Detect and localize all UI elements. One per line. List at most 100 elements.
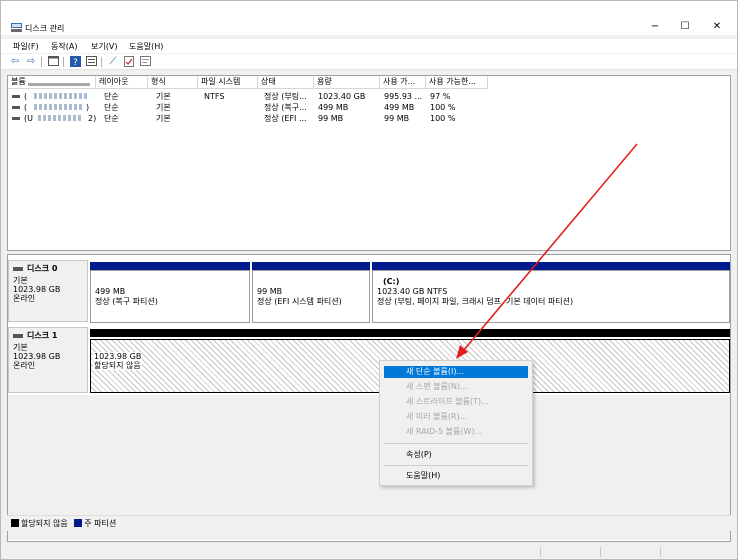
legend-unallocated-label: 할당되지 않음 (21, 519, 68, 528)
disk-management-app-icon (11, 23, 22, 32)
menu-new-mirrored-volume[interactable]: 새 미러 볼륨(R)... (384, 411, 528, 423)
disk-1-state: 온라인 (13, 361, 36, 370)
volume-type: 기본 (156, 92, 171, 101)
volume-status: 정상 (복구... (264, 103, 307, 112)
legend-primary: 주 파티션 (74, 519, 116, 528)
disk-1-label[interactable]: 디스크 1 기본 1023.98 GB 온라인 (8, 327, 88, 393)
volume-capacity: 499 MB (318, 103, 349, 112)
menu-new-raid5-volume[interactable]: 새 RAID-5 볼륨(W)... (384, 426, 528, 438)
close-button[interactable]: ✕ (697, 19, 737, 35)
disk-0-size: 1023.98 GB (13, 285, 61, 294)
menu-new-spanned-volume[interactable]: 새 스팬 볼륨(N)... (384, 381, 528, 393)
menu-help[interactable]: 도움말(H) (384, 470, 528, 482)
disk-1-type: 기본 (13, 343, 28, 352)
partition-recovery[interactable]: 499 MB 정상 (복구 파티션) (90, 262, 250, 323)
legend-primary-label: 주 파티션 (84, 519, 117, 528)
status-segment (601, 547, 661, 557)
toolbar-separator (101, 57, 102, 67)
toolbar-separator (63, 57, 64, 67)
menu-new-simple-volume[interactable]: 새 단순 볼륨(I)... (384, 366, 528, 378)
column-header-percent-free[interactable]: 사용 가능한... (426, 76, 488, 89)
back-icon[interactable]: ⇦ (9, 56, 21, 68)
volume-name: ( (24, 92, 28, 101)
unallocated-band (90, 329, 730, 337)
partition-c-drive[interactable]: (C:) 1023.40 GB NTFS 정상 (부팅, 페이지 파일, 크래시… (372, 262, 730, 323)
volume-file-system: NTFS (204, 92, 225, 101)
partition-status: 정상 (복구 파티션) (95, 297, 158, 306)
help-icon[interactable]: ? (69, 56, 81, 68)
menu-view[interactable]: 보기(V) (91, 41, 117, 52)
column-header-file-system[interactable]: 파일 시스템 (198, 76, 258, 89)
menu-bar: 파일(F) 동작(A) 보기(V) 도움말(H) (1, 39, 737, 53)
volume-row[interactable]: (U 2) 단순 기본 정상 (EFI ... 99 MB 99 MB 100 … (8, 113, 730, 124)
status-strip (1, 545, 737, 559)
volume-percent-free: 100 % (430, 103, 456, 112)
menu-new-striped-volume[interactable]: 새 스트라이프 볼륨(T)... (384, 396, 528, 408)
column-header-status[interactable]: 상태 (258, 76, 314, 89)
volume-free-space: 99 MB (384, 114, 410, 123)
disk-0-name: 디스크 0 (13, 264, 83, 273)
list-icon[interactable] (139, 56, 151, 68)
partition-status: 정상 (부팅, 페이지 파일, 크래시 덤프, 기본 데이터 파티션) (377, 297, 574, 306)
volume-name: (U (24, 114, 33, 123)
volume-name: ( (24, 103, 28, 112)
title-bar: 디스크 관리 − ☐ ✕ (1, 1, 737, 35)
properties-icon[interactable] (47, 56, 59, 68)
primary-partition-band (90, 262, 250, 270)
drive-icon (12, 95, 20, 98)
disk-0-state: 온라인 (13, 294, 36, 303)
connect-icon[interactable]: ⟋ (107, 56, 119, 68)
legend-primary-swatch (74, 519, 83, 527)
toolbar: ⇦ ⇨ ? ⟋ (1, 54, 737, 70)
disk-management-window: 디스크 관리 − ☐ ✕ 파일(F) 동작(A) 보기(V) 도움말(H) ⇦ … (0, 0, 738, 560)
volume-free-space: 499 MB (384, 103, 415, 112)
unallocated-label: 할당되지 않음 (94, 361, 141, 370)
volume-row[interactable]: ( 단순 기본 NTFS 정상 (부팅... 1023.40 GB 995.93… (8, 91, 730, 102)
unallocated-info: 1023.98 GB 할당되지 않음 (93, 352, 143, 370)
menu-help[interactable]: 도움말(H) (129, 41, 163, 52)
column-header-capacity[interactable]: 용량 (314, 76, 380, 89)
volume-capacity: 99 MB (318, 114, 344, 123)
partition-drive-letter: (C:) (383, 277, 400, 286)
status-segment (541, 547, 601, 557)
menu-action[interactable]: 동작(A) (51, 41, 77, 52)
volume-free-space: 995.93 ... (384, 92, 423, 101)
status-segment (1, 547, 541, 557)
legend-bar: 할당되지 않음 주 파티션 (7, 515, 731, 531)
volume-capacity: 1023.40 GB (318, 92, 366, 101)
check-icon[interactable] (123, 56, 135, 68)
disk-graphical-view: 디스크 0 기본 1023.98 GB 온라인 499 MB 정상 (복구 파티… (7, 254, 731, 542)
disk-0-label[interactable]: 디스크 0 기본 1023.98 GB 온라인 (8, 260, 88, 322)
column-header-free-space[interactable]: 사용 가... (380, 76, 426, 89)
partition-size: 99 MB (257, 287, 283, 296)
column-header-layout[interactable]: 레이아웃 (96, 76, 148, 89)
disk-0-type: 기본 (13, 276, 28, 285)
volume-type: 기본 (156, 103, 171, 112)
volume-layout: 단순 (104, 103, 119, 112)
drive-icon (12, 117, 20, 120)
menu-file[interactable]: 파일(F) (13, 41, 39, 52)
volume-row[interactable]: ( ) 단순 기본 정상 (복구... 499 MB 499 MB 100 % (8, 102, 730, 113)
disk-icon (13, 266, 23, 271)
volume-name-suffix: ) (86, 103, 90, 112)
redacted-volume-label (34, 103, 84, 112)
primary-partition-band (252, 262, 370, 270)
unallocated-size: 1023.98 GB (94, 352, 142, 361)
menu-properties[interactable]: 속성(P) (384, 449, 528, 461)
legend-unallocated-swatch (11, 519, 19, 527)
column-header-type[interactable]: 형식 (148, 76, 198, 89)
partition-efi[interactable]: 99 MB 정상 (EFI 시스템 파티션) (252, 262, 370, 323)
forward-icon[interactable]: ⇨ (25, 56, 37, 68)
window-title: 디스크 관리 (25, 24, 65, 33)
refresh-icon[interactable] (85, 56, 97, 68)
volume-status: 정상 (부팅... (264, 92, 307, 101)
volume-status: 정상 (EFI ... (264, 114, 307, 123)
disk-1-name: 디스크 1 (13, 331, 83, 340)
redacted-volume-label (34, 92, 89, 101)
volume-type: 기본 (156, 114, 171, 123)
partition-size: 1023.40 GB NTFS (377, 287, 448, 296)
volume-name-suffix: 2) (88, 114, 97, 123)
legend-unallocated: 할당되지 않음 (11, 519, 70, 528)
context-menu: 새 단순 볼륨(I)... 새 스팬 볼륨(N)... 새 스트라이프 볼륨(T… (379, 360, 533, 486)
blurred-header-overlay (28, 83, 90, 86)
